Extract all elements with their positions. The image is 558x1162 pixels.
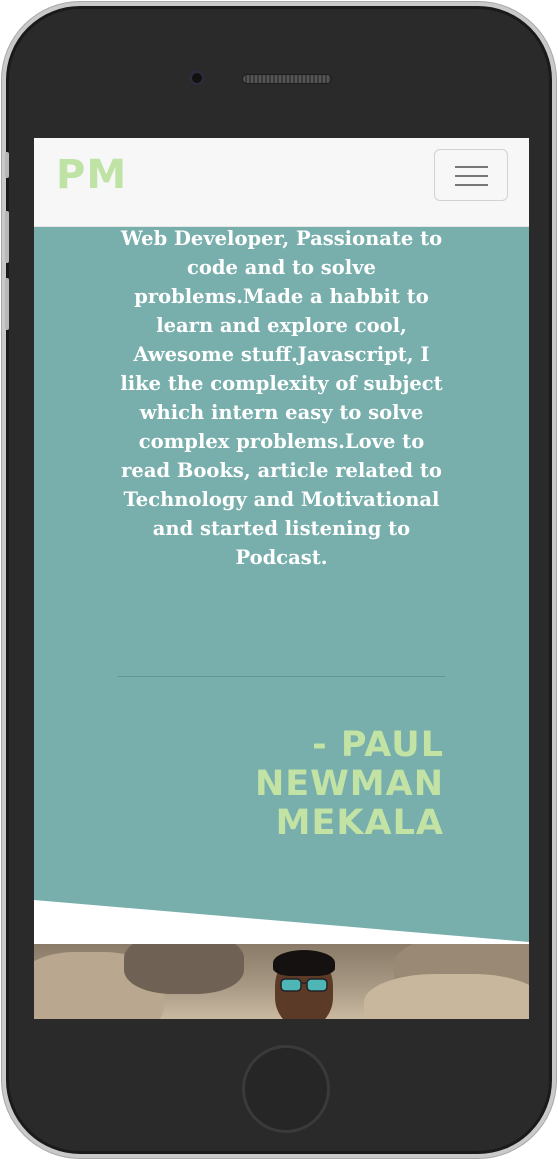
volume-up-button (5, 211, 9, 263)
rock-shape (364, 974, 529, 1019)
person-hair (273, 950, 335, 976)
mute-switch (5, 152, 9, 178)
section-slant-divider (34, 900, 529, 948)
front-camera-icon (189, 70, 205, 86)
hamburger-menu-icon (455, 184, 488, 186)
screen: Web Developer, Passionate to code and to… (34, 138, 529, 1019)
rock-shape (124, 944, 244, 994)
hamburger-menu-icon (455, 166, 488, 168)
sunglasses-icon (280, 978, 328, 992)
signature-name: - PAUL NEWMAN MEKALA (254, 725, 444, 843)
brand-logo[interactable]: PM (56, 152, 127, 198)
home-button[interactable] (242, 1045, 330, 1133)
profile-photo (34, 944, 529, 1019)
section-divider (118, 676, 445, 677)
earpiece-speaker (242, 74, 332, 84)
hamburger-menu-icon (455, 175, 488, 177)
bio-text: Web Developer, Passionate to code and to… (120, 227, 443, 569)
volume-down-button (5, 278, 9, 330)
top-navbar: PM (34, 138, 529, 227)
hamburger-menu-button[interactable] (434, 149, 508, 201)
